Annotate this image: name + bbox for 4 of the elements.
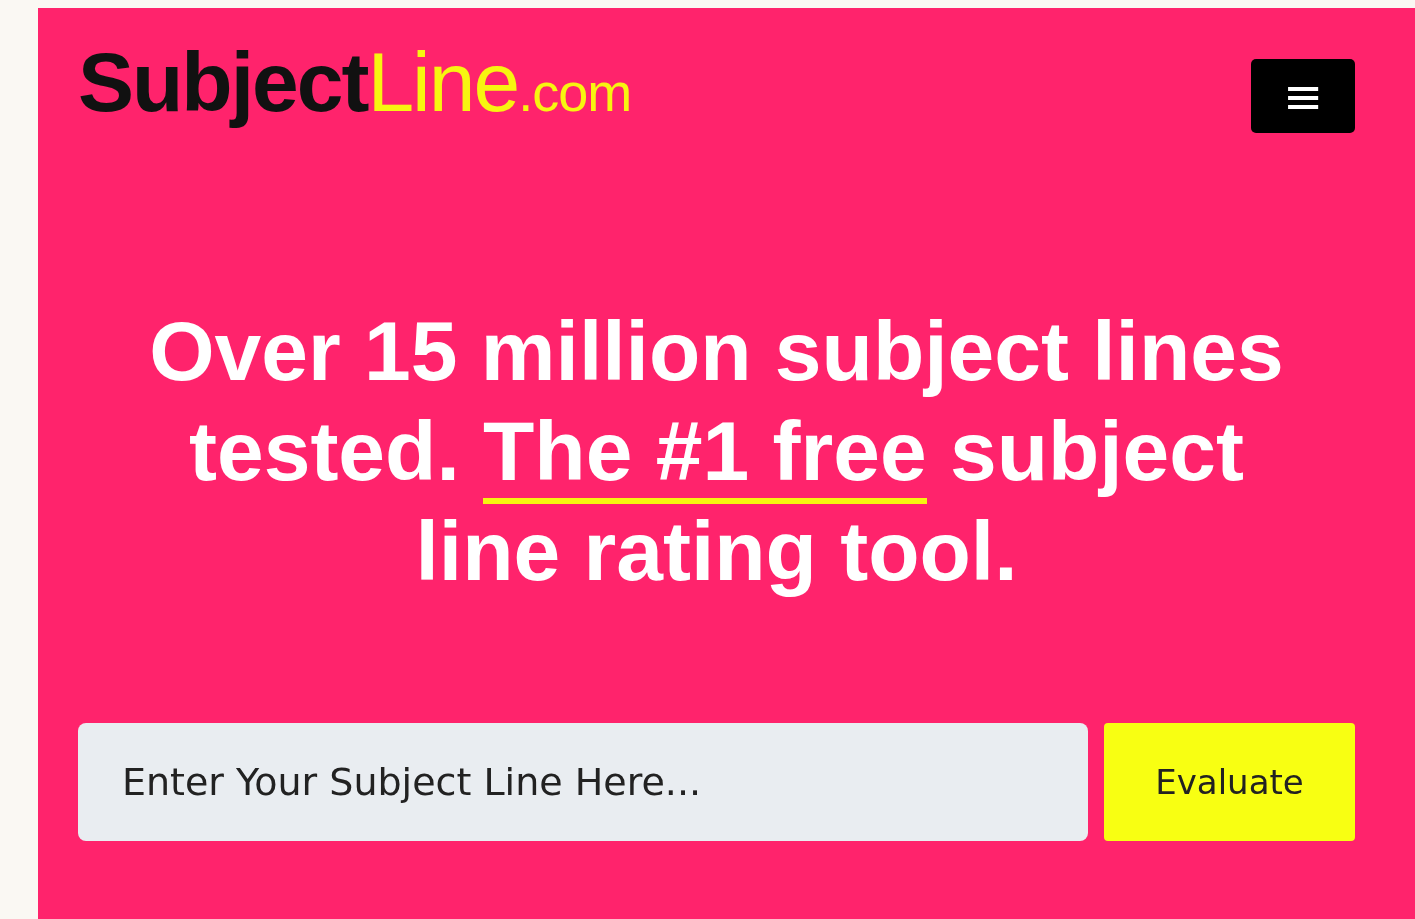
evaluate-button[interactable]: Evaluate <box>1104 723 1355 841</box>
menu-button[interactable]: ≡ <box>1251 59 1355 133</box>
headline: Over 15 million subject lines tested. The #1 free subject line rating tool. <box>148 303 1285 600</box>
subject-line-field[interactable]: Enter Your Subject Line Here... <box>78 723 1088 841</box>
